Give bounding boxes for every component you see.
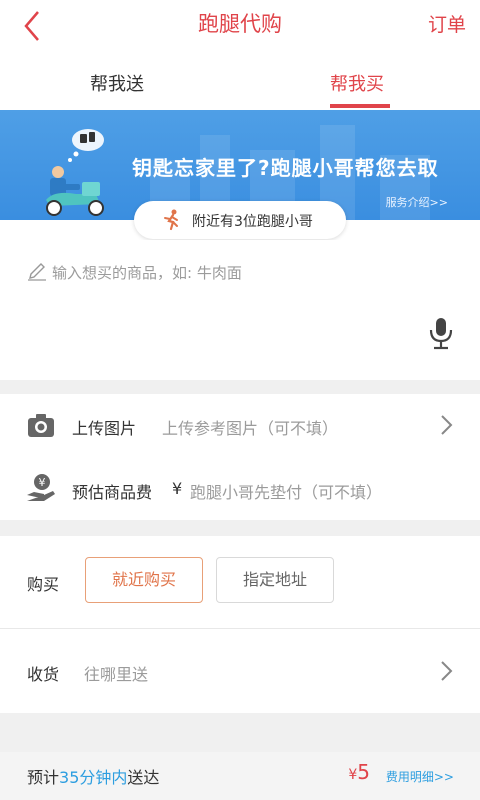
tab-bar: 帮我送 帮我买 [0, 54, 480, 110]
chevron-right-icon [441, 661, 453, 681]
price-currency: ¥ [348, 767, 358, 783]
upload-hint: 上传参考图片（可不填） [162, 419, 339, 438]
pencil-icon [28, 263, 46, 281]
orders-button[interactable]: 订单 [428, 10, 466, 37]
section-gap [0, 713, 480, 752]
nearby-couriers-text: 附近有3位跑腿小哥 [192, 214, 313, 230]
receive-row[interactable]: 收货 往哪里送 [0, 629, 480, 713]
section-gap [0, 520, 480, 536]
price-value: 5 [357, 760, 370, 784]
fee-input[interactable]: 跑腿小哥先垫付（可不填） [190, 479, 382, 503]
camera-icon [28, 414, 54, 437]
fee-currency: ¥ [172, 479, 183, 498]
delivery-address-input[interactable]: 往哪里送 [84, 661, 148, 685]
purchase-label: 购买 [27, 575, 60, 594]
eta-time: 35分钟内 [59, 768, 128, 787]
service-intro-link[interactable]: 服务介绍>> [386, 194, 448, 210]
order-summary-bar: 预计35分钟内送达 ¥5 费用明细>> [0, 752, 480, 800]
money-hand-icon: ¥ [27, 474, 55, 501]
tab-active-indicator [330, 104, 390, 108]
svg-text:¥: ¥ [39, 476, 46, 489]
nav-bar: 跑腿代购 订单 [0, 0, 480, 54]
chevron-right-icon [441, 415, 453, 435]
price: ¥5 [348, 760, 370, 784]
estimated-fee-row[interactable]: ¥ 预估商品费 ¥ 跑腿小哥先垫付（可不填） [0, 456, 480, 520]
section-gap [0, 380, 480, 394]
microphone-icon[interactable] [428, 316, 454, 350]
eta-prefix: 预计 [27, 768, 60, 787]
fee-detail-link[interactable]: 费用明细>> [386, 768, 454, 785]
specified-address-button[interactable]: 指定地址 [216, 557, 334, 603]
eta-suffix: 送达 [127, 768, 160, 787]
eta-text: 预计35分钟内送达 [27, 764, 159, 788]
courier-scooter-illustration [46, 129, 104, 216]
nearby-couriers-badge: 附近有3位跑腿小哥 [134, 201, 346, 239]
tab-send[interactable]: 帮我送 [90, 70, 144, 96]
banner-slogan: 钥匙忘家里了?跑腿小哥帮您去取 [132, 156, 439, 180]
upload-image-row[interactable]: 上传图片 上传参考图片（可不填） [0, 394, 480, 456]
goods-input-area[interactable]: 输入想买的商品，如: 牛肉面 [0, 240, 480, 380]
receive-label: 收货 [27, 665, 60, 684]
running-courier-icon [164, 209, 178, 231]
page-title: 跑腿代购 [198, 12, 282, 36]
nearby-purchase-button[interactable]: 就近购买 [85, 557, 203, 603]
upload-label: 上传图片 [72, 419, 137, 438]
tab-buy[interactable]: 帮我买 [330, 70, 384, 96]
fee-label: 预估商品费 [72, 483, 153, 502]
goods-input[interactable]: 输入想买的商品，如: 牛肉面 [52, 262, 242, 283]
